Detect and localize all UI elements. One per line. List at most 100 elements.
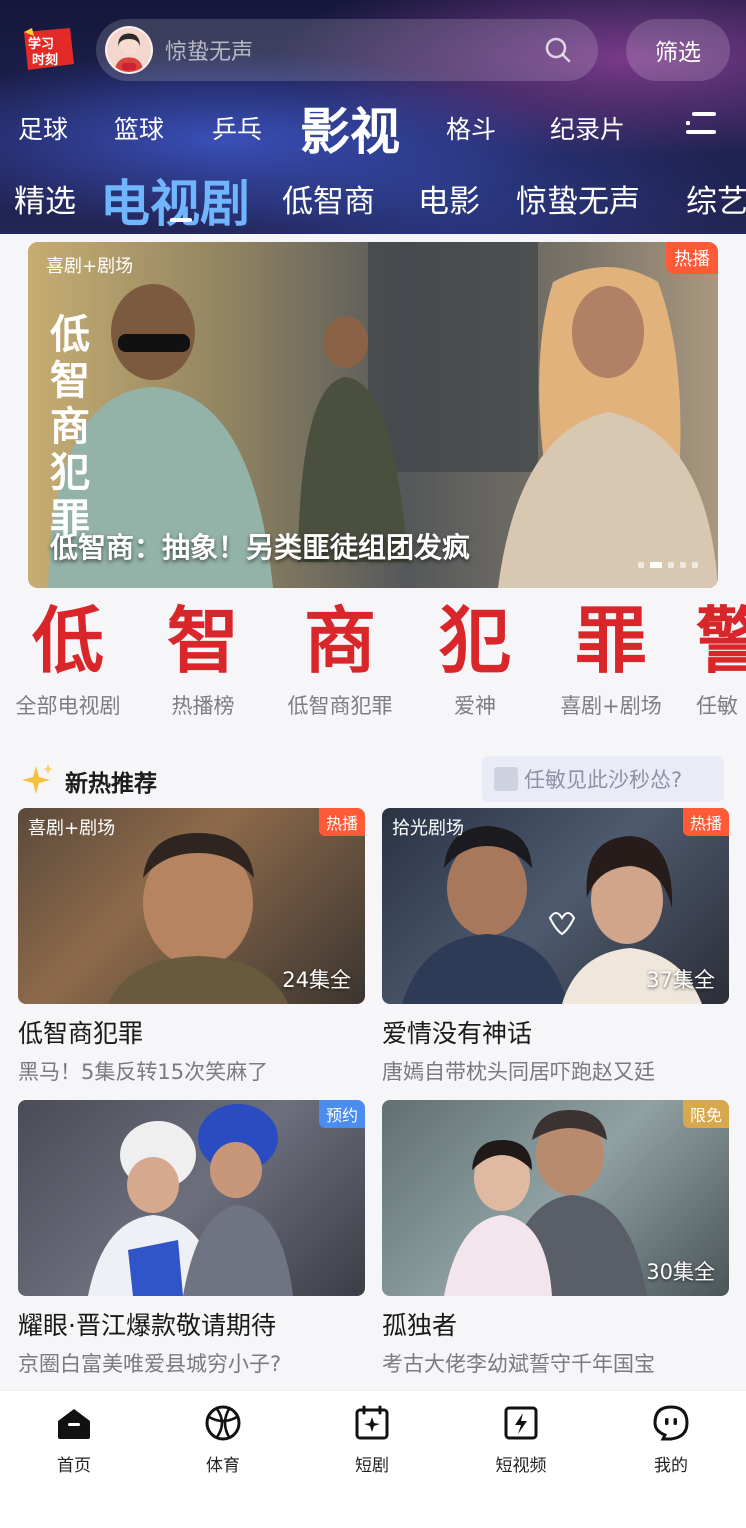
card-subtitle: 京圈白富美唯爱县城穷小子? (18, 1352, 282, 1376)
carousel-indicator (638, 562, 698, 568)
shortcut-label: 低智商犯罪 (287, 694, 393, 718)
banner-title: 低智商：抽象！另类匪徒组团发疯 (50, 531, 471, 564)
sparkle-icon (22, 764, 53, 794)
search-hint-thumbnail (494, 767, 518, 791)
card-poster: 拾光剧场 热播 37集全 (382, 808, 729, 1004)
shortcut-label: 全部电视剧 (15, 694, 121, 718)
svg-text:时刻: 时刻 (32, 52, 58, 68)
shortcut-label: 热播榜 (171, 694, 235, 718)
active-tab-indicator (170, 218, 192, 222)
card-episodes: 30集全 (646, 1260, 715, 1284)
category-tab-featured[interactable]: 精选 (14, 176, 76, 221)
search-hint-text: 任敏见此沙秒怂? (524, 768, 683, 792)
card-poster: 限免 30集全 (382, 1100, 729, 1296)
card-episodes: 24集全 (282, 968, 351, 992)
channel-tab-fighting[interactable]: 格斗 (446, 110, 496, 146)
menu-icon[interactable] (686, 110, 718, 136)
channel-tab-documentary[interactable]: 纪录片 (550, 110, 625, 146)
video-card[interactable]: 拾光剧场 热播 37集全 爱情没有神话 唐嫣自带枕头同居吓跑赵又廷 (382, 808, 729, 1086)
carousel-dot (692, 562, 698, 568)
basketball-icon (205, 1405, 241, 1441)
card-title: 耀眼·晋江爆款敬请期待 (18, 1311, 276, 1340)
card-badge: 热播 (682, 808, 729, 836)
shortcut-glyph: 低 (31, 598, 104, 683)
search-icon[interactable] (542, 34, 574, 66)
shortcut-all-series[interactable]: 低 全部电视剧 (8, 600, 128, 720)
tab-label: 短视频 (495, 1456, 547, 1476)
short-video-icon (504, 1406, 538, 1440)
card-subtitle: 考古大佬李幼斌誓守千年国宝 (382, 1352, 655, 1376)
category-tabs: 精选 电视剧 低智商 电影 惊蛰无声 综艺 (0, 162, 746, 233)
shortcut-hot-list[interactable]: 智 热播榜 (158, 600, 248, 720)
shortcut-label: 任敏 (696, 694, 738, 718)
channel-tabs: 足球 篮球 乒乓 影视 格斗 纪录片 (0, 92, 746, 161)
card-title: 爱情没有神话 (382, 1019, 533, 1048)
shortcut-comedy-theater[interactable]: 罪 喜剧+剧场 (556, 600, 666, 720)
category-tab-movie[interactable]: 电影 (418, 176, 480, 221)
card-poster: 喜剧+剧场 热播 24集全 (18, 808, 365, 1004)
search-bar[interactable]: 惊蛰无声 (96, 19, 598, 81)
card-badge: 限免 (682, 1100, 729, 1128)
card-brand-logo: 拾光剧场 (392, 818, 464, 839)
card-poster: 预约 (18, 1100, 365, 1296)
shortcut-glyph: 智 (166, 598, 239, 683)
tab-home[interactable]: 首页 (29, 1403, 119, 1476)
card-title: 孤独者 (382, 1311, 458, 1340)
svg-text:学习: 学习 (28, 36, 54, 52)
channel-tab-film-tv[interactable]: 影视 (300, 92, 400, 164)
channel-tab-football[interactable]: 足球 (18, 110, 68, 146)
shortcut-label: 爱神 (454, 694, 496, 718)
home-icon (58, 1409, 90, 1439)
tab-label: 体育 (206, 1456, 240, 1476)
category-tab-variety[interactable]: 综艺 (686, 176, 746, 221)
card-badge: 预约 (318, 1100, 365, 1128)
section-title: 新热推荐 (65, 771, 157, 797)
tab-short-video[interactable]: 短视频 (476, 1403, 566, 1476)
category-tab-tv-series[interactable]: 电视剧 (100, 164, 250, 234)
search-placeholder[interactable]: 惊蛰无声 (165, 34, 542, 66)
shortcut-glyph: 犯 (438, 598, 511, 683)
banner-calligraphy-title: 低智商犯罪 (50, 311, 90, 542)
profile-icon (653, 1405, 689, 1441)
tab-profile[interactable]: 我的 (626, 1403, 716, 1476)
carousel-dot (668, 562, 674, 568)
tab-label: 首页 (57, 1456, 91, 1476)
tab-label: 短剧 (355, 1456, 389, 1476)
carousel-dot-active (650, 562, 662, 568)
channel-tab-basketball[interactable]: 篮球 (114, 110, 164, 146)
shortcut-ren-min[interactable]: 警 任敏 (696, 600, 746, 720)
short-drama-icon (355, 1405, 389, 1440)
shortcut-glyph: 商 (303, 598, 376, 683)
poster-image (88, 1104, 293, 1296)
card-badge: 热播 (318, 808, 365, 836)
video-card[interactable]: 预约 耀眼·晋江爆款敬请期待 京圈白富美唯爱县城穷小子? (18, 1100, 365, 1378)
card-episodes: 37集全 (646, 968, 715, 992)
category-tab-jingzhe[interactable]: 惊蛰无声 (516, 176, 640, 221)
card-subtitle: 黑马！5集反转15次笑麻了 (18, 1060, 269, 1084)
shortcut-label: 喜剧+剧场 (560, 694, 662, 718)
app-logo-icon[interactable]: 学习 时刻 (20, 26, 76, 72)
carousel-dot (680, 562, 686, 568)
header: 学习 时刻 惊蛰无声 筛选 足球 篮球 乒乓 影视 格斗 纪录片 精选 电视剧 … (0, 0, 746, 234)
banner-brand-logo: 喜剧+剧场 (46, 256, 134, 277)
shortcut-low-iq-crime[interactable]: 商 低智商犯罪 (280, 600, 400, 720)
banner-hot-badge: 热播 (666, 242, 718, 274)
channel-tab-pingpong[interactable]: 乒乓 (212, 110, 262, 146)
card-brand-logo: 喜剧+剧场 (28, 818, 116, 839)
shortcut-glyph: 罪 (574, 598, 647, 683)
category-tab-low-iq[interactable]: 低智商 (282, 176, 375, 221)
bottom-tab-bar: 首页 体育 短剧 短视频 我的 (0, 1390, 746, 1528)
filter-button[interactable]: 筛选 (626, 19, 730, 81)
section-search-hint[interactable]: 任敏见此沙秒怂? (482, 756, 724, 802)
hero-banner[interactable]: 喜剧+剧场 低智商犯罪 热播 低智商：抽象！另类匪徒组团发疯 (28, 242, 718, 588)
tab-short-drama[interactable]: 短剧 (327, 1403, 417, 1476)
video-card[interactable]: 限免 30集全 孤独者 考古大佬李幼斌誓守千年国宝 (382, 1100, 729, 1378)
carousel-dot (638, 562, 644, 568)
shortcut-glyph: 警 (696, 600, 746, 683)
shortcut-cupid[interactable]: 犯 爱神 (430, 600, 520, 720)
tab-sports[interactable]: 体育 (178, 1403, 268, 1476)
card-title: 低智商犯罪 (18, 1019, 144, 1048)
ai-avatar[interactable] (105, 26, 153, 74)
card-subtitle: 唐嫣自带枕头同居吓跑赵又廷 (382, 1060, 655, 1084)
video-card[interactable]: 喜剧+剧场 热播 24集全 低智商犯罪 黑马！5集反转15次笑麻了 (18, 808, 365, 1086)
